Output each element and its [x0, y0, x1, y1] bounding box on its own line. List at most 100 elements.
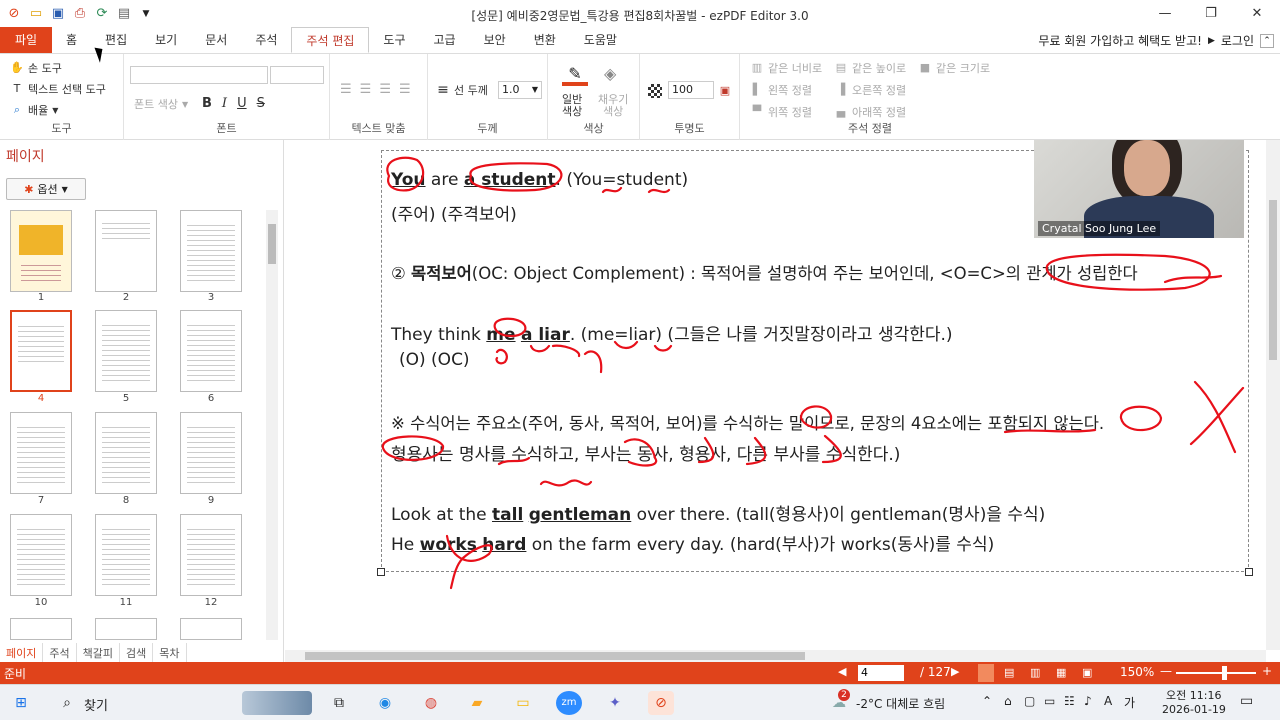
zoom-in-icon[interactable]: +	[1262, 664, 1272, 678]
horizontal-scrollbar[interactable]	[285, 650, 1266, 662]
korean-ime-icon[interactable]: 가	[1124, 694, 1135, 711]
page-thumb-2[interactable]	[95, 210, 157, 292]
two-page-view-icon[interactable]: ▥	[1030, 666, 1040, 679]
italic-button[interactable]: I	[222, 96, 227, 111]
page-icon[interactable]: ▤	[116, 6, 132, 22]
zoom-slider-thumb[interactable]	[1222, 666, 1227, 680]
print-icon[interactable]: ⎙	[72, 6, 88, 22]
taskbar-search-label[interactable]: 찾기	[84, 695, 108, 714]
tab-view[interactable]: 보기	[141, 27, 191, 53]
font-size-select[interactable]	[270, 66, 324, 84]
page-thumb-7[interactable]	[10, 412, 72, 494]
tab-file[interactable]: 파일	[0, 27, 52, 53]
fill-color-button[interactable]: 채우기 색상	[598, 94, 628, 118]
login-link[interactable]: 로그인	[1221, 32, 1254, 49]
maximize-button[interactable]: ❐	[1188, 0, 1234, 28]
edge-icon[interactable]: ◉	[372, 691, 398, 715]
clock-time[interactable]: 오전 11:16	[1166, 687, 1221, 703]
search-icon[interactable]: ⌕	[54, 691, 80, 715]
chrome-icon[interactable]: ◍	[418, 691, 444, 715]
sidebar-tab-bookmarks[interactable]: 책갈피	[77, 643, 120, 663]
zoom-tool[interactable]: ⌕ 배율 ▼	[10, 102, 59, 118]
open-folder-icon[interactable]: ▭	[28, 6, 44, 22]
zoom-out-icon[interactable]: —	[1160, 664, 1172, 678]
options-button[interactable]: ✱ 옵션 ▼	[6, 178, 86, 200]
facing-view-icon[interactable]: ▦	[1056, 666, 1066, 679]
zoom-slider[interactable]	[1176, 672, 1256, 674]
tab-annotation-edit[interactable]: 주석 편집	[291, 27, 370, 53]
single-page-view-icon[interactable]	[978, 664, 994, 682]
vscroll-thumb[interactable]	[1269, 200, 1277, 360]
ezpdf-taskbar-icon[interactable]: ⊘	[648, 691, 674, 715]
align-left-icon[interactable]: ☰	[340, 82, 352, 97]
page-thumb-9[interactable]	[180, 412, 242, 494]
save-icon[interactable]: ▣	[50, 6, 66, 22]
tray-chat-icon[interactable]: ▢	[1024, 694, 1035, 708]
align-right-button[interactable]: ▐ 오른쪽 정렬	[834, 82, 906, 98]
document-view[interactable]: You are a student. (You=student) (주어) (주…	[285, 140, 1265, 650]
page-thumb-10[interactable]	[10, 514, 72, 596]
underline-button[interactable]: U	[237, 96, 247, 111]
file-explorer-icon[interactable]: ▭	[510, 691, 536, 715]
close-button[interactable]: ✕	[1234, 0, 1280, 28]
promo-link[interactable]: 무료 회원 가입하고 혜택도 받고!	[1038, 32, 1202, 49]
page-thumb-11[interactable]	[95, 514, 157, 596]
bold-button[interactable]: B	[202, 96, 212, 111]
continuous-view-icon[interactable]: ▤	[1004, 666, 1014, 679]
sidebar-tab-search[interactable]: 검색	[120, 643, 154, 663]
page-number-input[interactable]: 4	[858, 665, 904, 681]
page-thumb-4[interactable]	[10, 310, 72, 392]
normal-color-button[interactable]: 일반 색상	[562, 94, 582, 118]
align-center-icon[interactable]: ☰	[360, 82, 372, 97]
opacity-picker-icon[interactable]: ▣	[718, 84, 732, 98]
clock-date[interactable]: 2026-01-19	[1162, 703, 1226, 716]
thickness-select[interactable]: 1.0 ▼	[498, 81, 542, 99]
resize-handle[interactable]	[1245, 568, 1253, 576]
pen-color-icon[interactable]: ✎	[562, 64, 588, 86]
next-page-icon[interactable]: ▶	[951, 665, 959, 678]
align-top-button[interactable]: ▀ 위쪽 정렬	[750, 104, 812, 120]
webcam-overlay[interactable]: Cryatal Soo Jung Lee	[1034, 140, 1244, 238]
tray-app-icon[interactable]: ⌂	[1004, 694, 1012, 708]
line-thickness-button[interactable]: ≡ 선 두께	[436, 82, 488, 98]
windows-start-icon[interactable]: ⊞	[8, 691, 34, 715]
fill-bucket-icon[interactable]: ◈	[604, 64, 616, 83]
page-thumb-15[interactable]	[180, 618, 242, 640]
page-thumb-13[interactable]	[10, 618, 72, 640]
strike-button[interactable]: S	[257, 96, 265, 111]
page-thumb-1[interactable]	[10, 210, 72, 292]
volume-icon[interactable]: ♪	[1084, 694, 1092, 708]
sidebar-tab-toc[interactable]: 목차	[153, 643, 187, 663]
tab-home[interactable]: 홈	[52, 27, 91, 53]
search-highlight-image[interactable]	[242, 691, 312, 715]
sidebar-scrollbar[interactable]	[266, 210, 278, 640]
minimize-button[interactable]: —	[1142, 0, 1188, 28]
fit-view-icon[interactable]: ▣	[1082, 666, 1092, 679]
page-thumb-8[interactable]	[95, 412, 157, 494]
tab-convert[interactable]: 변환	[520, 27, 570, 53]
network-icon[interactable]: ☷	[1064, 694, 1075, 708]
task-view-icon[interactable]: ⧉	[326, 691, 352, 715]
font-color-button[interactable]: 폰트 색상 ▼	[134, 96, 188, 112]
align-right-icon[interactable]: ☰	[379, 82, 391, 97]
opacity-input[interactable]: 100	[668, 81, 714, 99]
same-width-button[interactable]: ▥ 같은 너비로	[750, 60, 822, 76]
tab-help[interactable]: 도움말	[570, 27, 631, 53]
sticky-notes-icon[interactable]: ▰	[464, 691, 490, 715]
page-thumb-12[interactable]	[180, 514, 242, 596]
sidebar-scroll-thumb[interactable]	[268, 224, 276, 264]
tab-advanced[interactable]: 고급	[420, 27, 470, 53]
collapse-ribbon-icon[interactable]: ⌃	[1260, 33, 1274, 48]
tab-annotation[interactable]: 주석	[241, 27, 291, 53]
notification-icon[interactable]: ▭	[1240, 693, 1253, 709]
weather-text[interactable]: -2°C 대체로 흐림	[856, 695, 945, 712]
font-family-select[interactable]	[130, 66, 268, 84]
tab-tools[interactable]: 도구	[369, 27, 419, 53]
page-thumb-5[interactable]	[95, 310, 157, 392]
align-justify-icon[interactable]: ☰	[399, 82, 411, 97]
battery-icon[interactable]: ▭	[1044, 694, 1055, 708]
align-bottom-button[interactable]: ▄ 아래쪽 정렬	[834, 104, 906, 120]
tab-security[interactable]: 보안	[470, 27, 520, 53]
tray-overflow-icon[interactable]: ⌃	[982, 694, 992, 708]
resize-handle[interactable]	[377, 568, 385, 576]
